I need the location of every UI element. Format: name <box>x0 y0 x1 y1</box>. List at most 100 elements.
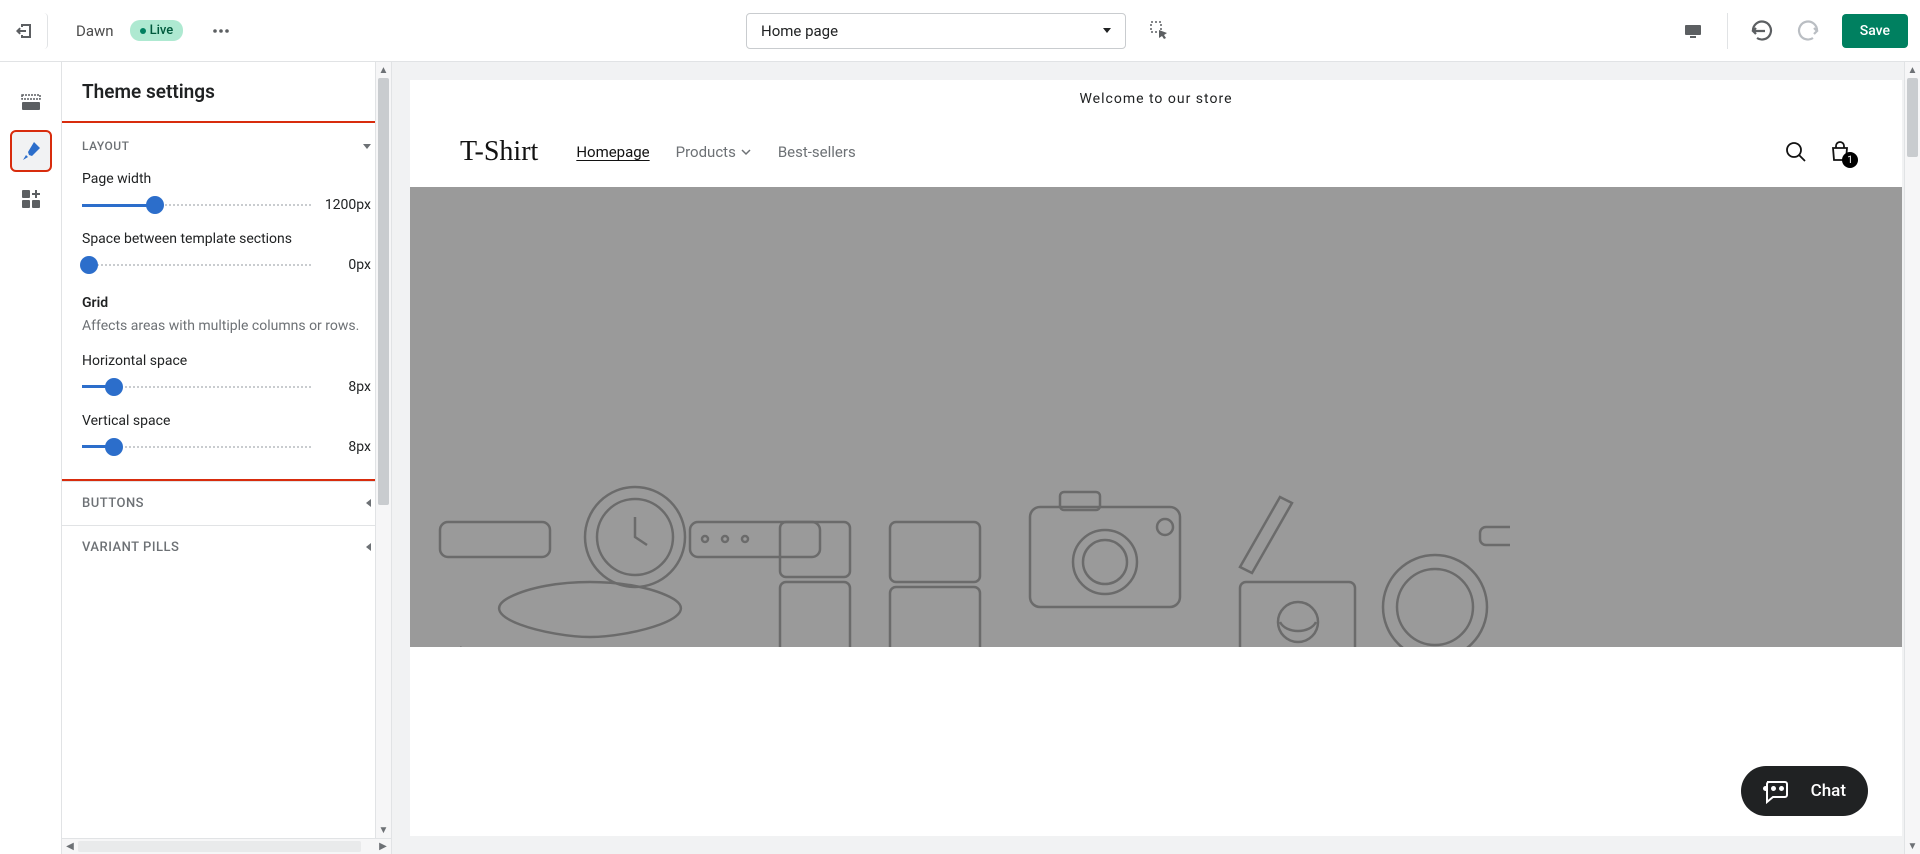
search-button[interactable] <box>1784 140 1808 164</box>
settings-sidebar: Theme settings LAYOUT Page width 1 <box>62 62 392 854</box>
hero-illustration <box>410 187 1510 647</box>
preview-vertical-scrollbar[interactable]: ▲ ▼ <box>1904 62 1920 854</box>
vertical-space-setting: Vertical space 8px <box>62 407 391 467</box>
nav-best-sellers[interactable]: Best-sellers <box>778 143 856 161</box>
vertical-space-slider[interactable] <box>82 437 311 457</box>
chevron-left-icon <box>366 543 371 551</box>
scrollbar-thumb[interactable] <box>378 78 389 505</box>
chevron-down-icon <box>740 146 752 158</box>
slider-thumb[interactable] <box>146 196 164 214</box>
scrollbar-thumb[interactable] <box>78 841 361 852</box>
cart-count-badge: 1 <box>1842 152 1858 168</box>
chevron-left-icon <box>366 499 371 507</box>
search-icon <box>1784 140 1808 164</box>
inspector-icon <box>1149 20 1171 42</box>
save-button[interactable]: Save <box>1842 14 1908 48</box>
nav-products-label: Products <box>676 143 736 161</box>
main-area: Theme settings LAYOUT Page width 1 <box>0 62 1920 854</box>
live-badge: Live <box>130 20 184 41</box>
chat-widget[interactable]: Chat <box>1741 766 1868 816</box>
paintbrush-icon <box>20 140 42 162</box>
page-selector[interactable]: Home page <box>746 13 1126 49</box>
section-space-slider-row: 0px <box>82 255 371 275</box>
live-label: Live <box>150 23 174 38</box>
exit-icon <box>14 21 34 41</box>
announcement-bar: Welcome to our store <box>410 80 1902 118</box>
cart-button[interactable]: 1 <box>1828 140 1852 164</box>
inspector-button[interactable] <box>1146 17 1174 45</box>
top-bar: Dawn Live Home page Save <box>0 0 1920 62</box>
desktop-icon <box>1683 21 1703 41</box>
rail-apps-button[interactable] <box>10 178 52 220</box>
chevron-down-icon <box>363 144 371 149</box>
store-header: T-Shirt Homepage Products Best-sellers <box>410 118 1902 187</box>
page-width-value: 1200px <box>321 197 371 213</box>
nav-homepage[interactable]: Homepage <box>576 143 649 161</box>
scrollbar-thumb[interactable] <box>1907 78 1918 157</box>
redo-button[interactable] <box>1790 13 1826 49</box>
horizontal-space-label: Horizontal space <box>82 353 371 369</box>
chevron-down-icon <box>1103 28 1111 33</box>
divider <box>1727 13 1728 49</box>
slider-thumb[interactable] <box>105 438 123 456</box>
section-space-label: Space between template sections <box>82 231 371 247</box>
sidebar-vertical-scrollbar[interactable]: ▲ ▼ <box>375 62 391 838</box>
buttons-section-header[interactable]: BUTTONS <box>62 481 391 525</box>
section-space-value: 0px <box>321 257 371 273</box>
page-width-slider[interactable] <box>82 195 311 215</box>
preview-frame: Welcome to our store T-Shirt Homepage Pr… <box>410 80 1902 836</box>
page-width-setting: Page width 1200px <box>62 165 391 225</box>
scroll-down-icon[interactable]: ▼ <box>376 822 391 838</box>
sidebar-title: Theme settings <box>62 62 391 121</box>
theme-name: Dawn <box>76 22 114 40</box>
buttons-section-label: BUTTONS <box>82 496 144 511</box>
chat-dots-icon <box>1763 786 1784 791</box>
scroll-up-icon[interactable]: ▲ <box>376 62 391 78</box>
vertical-space-slider-row: 8px <box>82 437 371 457</box>
vertical-space-label: Vertical space <box>82 413 371 429</box>
live-dot-icon <box>140 28 146 34</box>
section-space-slider[interactable] <box>82 255 311 275</box>
variant-pills-section-header[interactable]: VARIANT PILLS <box>62 525 391 569</box>
store-logo[interactable]: T-Shirt <box>460 136 538 168</box>
horizontal-space-slider[interactable] <box>82 377 311 397</box>
variant-pills-section-label: VARIANT PILLS <box>82 540 179 555</box>
page-width-slider-row: 1200px <box>82 195 371 215</box>
sidebar-horizontal-scrollbar[interactable]: ◀ ▶ <box>62 838 391 854</box>
slider-thumb[interactable] <box>80 256 98 274</box>
left-rail <box>0 62 62 854</box>
scroll-down-icon[interactable]: ▼ <box>1905 838 1920 854</box>
layout-section-header[interactable]: LAYOUT <box>62 127 391 165</box>
horizontal-space-slider-row: 8px <box>82 377 371 397</box>
grid-description: Affects areas with multiple columns or r… <box>62 317 391 347</box>
rail-theme-settings-button[interactable] <box>10 130 52 172</box>
exit-button[interactable] <box>12 13 48 49</box>
redo-icon <box>1797 20 1819 42</box>
layout-header-label: LAYOUT <box>82 139 129 153</box>
hero-image <box>410 187 1902 647</box>
layout-section-highlighted: LAYOUT Page width 1200px S <box>62 121 391 481</box>
chat-label: Chat <box>1811 781 1846 801</box>
settings-scroll: LAYOUT Page width 1200px S <box>62 121 391 854</box>
scroll-right-icon[interactable]: ▶ <box>375 839 391 854</box>
top-center-group: Home page <box>605 13 1316 49</box>
scroll-up-icon[interactable]: ▲ <box>1905 62 1920 78</box>
more-button[interactable] <box>207 17 235 45</box>
store-header-icons: 1 <box>1784 140 1852 164</box>
sections-icon <box>20 92 42 114</box>
dots-icon <box>212 22 230 40</box>
nav-products[interactable]: Products <box>676 143 752 161</box>
preview-pane: Welcome to our store T-Shirt Homepage Pr… <box>392 62 1920 854</box>
slider-thumb[interactable] <box>105 378 123 396</box>
scroll-left-icon[interactable]: ◀ <box>62 839 78 854</box>
undo-button[interactable] <box>1744 13 1780 49</box>
viewport-button[interactable] <box>1675 13 1711 49</box>
grid-title: Grid <box>62 285 391 317</box>
page-width-label: Page width <box>82 171 371 187</box>
apps-icon <box>20 188 42 210</box>
page-select-label: Home page <box>761 22 838 40</box>
top-right-group: Save <box>1316 13 1909 49</box>
horizontal-space-setting: Horizontal space 8px <box>62 347 391 407</box>
rail-sections-button[interactable] <box>10 82 52 124</box>
store-nav: Homepage Products Best-sellers <box>576 143 1784 161</box>
